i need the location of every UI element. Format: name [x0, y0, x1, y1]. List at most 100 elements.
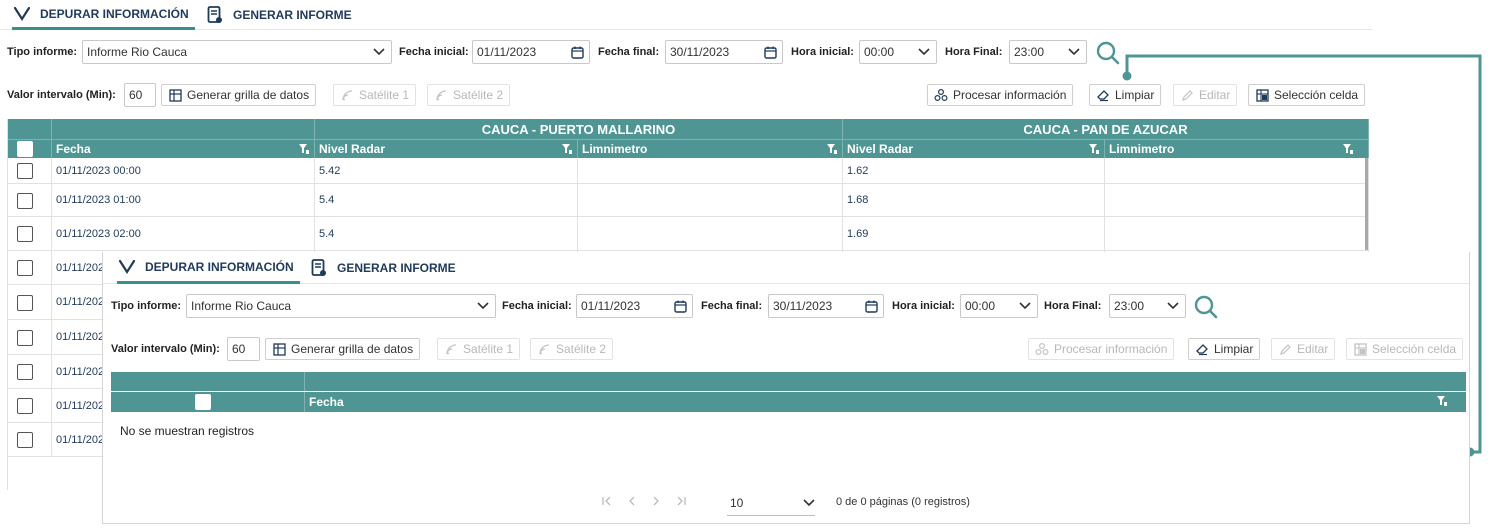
table-cell[interactable]: 1.62	[843, 158, 1105, 183]
tab-depurar-informacion[interactable]: DEPURAR INFORMACIÓN	[117, 252, 300, 284]
editar-button[interactable]: Editar	[1271, 338, 1336, 360]
fecha-final-field[interactable]: 30/11/2023	[665, 40, 783, 64]
tab-generar-informe[interactable]: GENERAR INFORME	[205, 0, 352, 30]
column-header-nivel-radar-2[interactable]: Nivel Radar	[843, 140, 1105, 158]
column-filter-icon[interactable]	[826, 143, 838, 155]
chevron-down-icon	[471, 302, 495, 310]
chevron-down-icon	[367, 48, 391, 56]
tipo-informe-select[interactable]: Informe Rio Cauca	[82, 40, 392, 64]
next-page-icon[interactable]	[651, 495, 661, 509]
column-header-label: Fecha	[309, 395, 344, 409]
group-header-blank	[8, 119, 52, 139]
satelite-1-button[interactable]: Satélite 1	[333, 84, 417, 106]
limpiar-label: Limpiar	[1214, 342, 1254, 356]
row-checkbox[interactable]	[17, 398, 33, 414]
select-all-checkbox[interactable]	[17, 141, 33, 157]
generar-grilla-label: Generar grilla de datos	[187, 88, 310, 102]
column-filter-icon[interactable]	[1088, 143, 1100, 155]
table-cell[interactable]: 01/11/2023 00:00	[52, 158, 315, 183]
column-filter-icon[interactable]	[1436, 395, 1448, 407]
row-checkbox[interactable]	[17, 295, 33, 311]
valor-intervalo-input[interactable]: 60	[124, 83, 156, 107]
generar-grilla-button[interactable]: Generar grilla de datos	[161, 84, 317, 106]
table-cell[interactable]: 5.4	[315, 184, 578, 216]
row-select-cell	[8, 285, 52, 319]
row-checkbox[interactable]	[17, 432, 33, 448]
column-header-fecha[interactable]: Fecha	[305, 392, 1466, 412]
table-cell[interactable]: 01/11/2023 02:00	[52, 217, 315, 250]
limpiar-button[interactable]: Limpiar	[1188, 338, 1261, 360]
satelite-1-label: Satélite 1	[463, 342, 514, 356]
row-checkbox[interactable]	[17, 364, 33, 380]
calendar-icon[interactable]	[859, 300, 883, 313]
tab-bar: DEPURAR INFORMACIÓN GENERAR INFORME	[103, 252, 1469, 284]
hora-final-value: 23:00	[1114, 299, 1145, 313]
column-header-nivel-radar[interactable]: Nivel Radar	[315, 140, 578, 158]
chevron-down-icon	[803, 496, 815, 510]
tab-depurar-informacion[interactable]: DEPURAR INFORMACIÓN	[12, 0, 195, 30]
eraser-icon	[1195, 342, 1209, 356]
last-page-icon[interactable]	[675, 495, 687, 509]
calendar-icon[interactable]	[565, 46, 589, 59]
table-cell[interactable]	[578, 184, 843, 216]
table-cell[interactable]: 5.4	[315, 217, 578, 250]
fecha-inicial-label: Fecha inicial:	[502, 300, 572, 312]
column-filter-icon[interactable]	[298, 143, 310, 155]
page-size-select[interactable]: 10	[727, 490, 815, 516]
procesar-informacion-button[interactable]: Procesar información	[1028, 338, 1175, 360]
tab-label: GENERAR INFORME	[233, 8, 352, 22]
valor-intervalo-value: 60	[129, 88, 143, 102]
column-header-limnimetro[interactable]: Limnimetro	[578, 140, 843, 158]
empty-grid-message: No se muestran registros	[120, 424, 255, 438]
hora-inicial-value: 00:00	[864, 45, 895, 59]
satelite-2-button[interactable]: Satélite 2	[530, 338, 614, 360]
report-document-icon	[309, 258, 329, 278]
signal-icon	[444, 342, 458, 356]
table-cell[interactable]	[578, 158, 843, 183]
hora-final-value: 23:00	[1014, 45, 1045, 59]
fecha-final-field[interactable]: 30/11/2023	[768, 294, 884, 318]
satelite-2-button[interactable]: Satélite 2	[427, 84, 511, 106]
row-checkbox[interactable]	[17, 260, 33, 276]
row-checkbox[interactable]	[17, 330, 33, 346]
generar-grilla-button[interactable]: Generar grilla de datos	[265, 338, 421, 360]
row-select-cell	[8, 158, 52, 183]
tipo-informe-label: Tipo informe:	[111, 300, 182, 312]
first-page-icon[interactable]	[601, 495, 613, 509]
tab-generar-informe[interactable]: GENERAR INFORME	[309, 252, 456, 284]
fecha-final-label: Fecha final:	[701, 300, 763, 312]
table-cell[interactable]: 1.69	[843, 217, 1105, 250]
column-header-fecha[interactable]: Fecha	[52, 140, 315, 158]
hora-final-select[interactable]: 23:00	[1009, 40, 1087, 64]
search-icon[interactable]	[1193, 294, 1219, 320]
select-all-checkbox[interactable]	[195, 394, 211, 410]
calendar-icon[interactable]	[668, 300, 692, 313]
seleccion-celda-button[interactable]: Selección celda	[1346, 338, 1464, 360]
row-checkbox[interactable]	[17, 163, 33, 179]
row-checkbox[interactable]	[17, 226, 33, 242]
row-checkbox[interactable]	[17, 193, 33, 209]
table-cell[interactable]: 01/11/2023 01:00	[52, 184, 315, 216]
process-nodes-icon	[1035, 342, 1049, 356]
seleccion-celda-label: Selección celda	[1372, 342, 1457, 356]
hora-final-select[interactable]: 23:00	[1109, 294, 1186, 318]
calendar-icon[interactable]	[758, 46, 782, 59]
fecha-inicial-field[interactable]: 01/11/2023	[576, 294, 693, 318]
tab-label: DEPURAR INFORMACIÓN	[40, 6, 189, 21]
procesar-label: Procesar información	[953, 88, 1067, 102]
table-cell[interactable]	[578, 217, 843, 250]
filter-funnel-icon	[117, 257, 137, 277]
table-cell[interactable]: 5.42	[315, 158, 578, 183]
procesar-informacion-button[interactable]: Procesar información	[927, 84, 1074, 106]
column-filter-icon[interactable]	[561, 143, 573, 155]
satelite-1-button[interactable]: Satélite 1	[437, 338, 521, 360]
fecha-inicial-field[interactable]: 01/11/2023	[472, 40, 590, 64]
prev-page-icon[interactable]	[627, 495, 637, 509]
hora-inicial-select[interactable]: 00:00	[960, 294, 1038, 318]
hora-inicial-select[interactable]: 00:00	[859, 40, 937, 64]
column-header-label: Nivel Radar	[847, 142, 914, 156]
tipo-informe-select[interactable]: Informe Rio Cauca	[186, 294, 496, 318]
procesar-label: Procesar información	[1054, 342, 1168, 356]
valor-intervalo-input[interactable]: 60	[227, 337, 260, 361]
table-cell[interactable]: 1.68	[843, 184, 1105, 216]
